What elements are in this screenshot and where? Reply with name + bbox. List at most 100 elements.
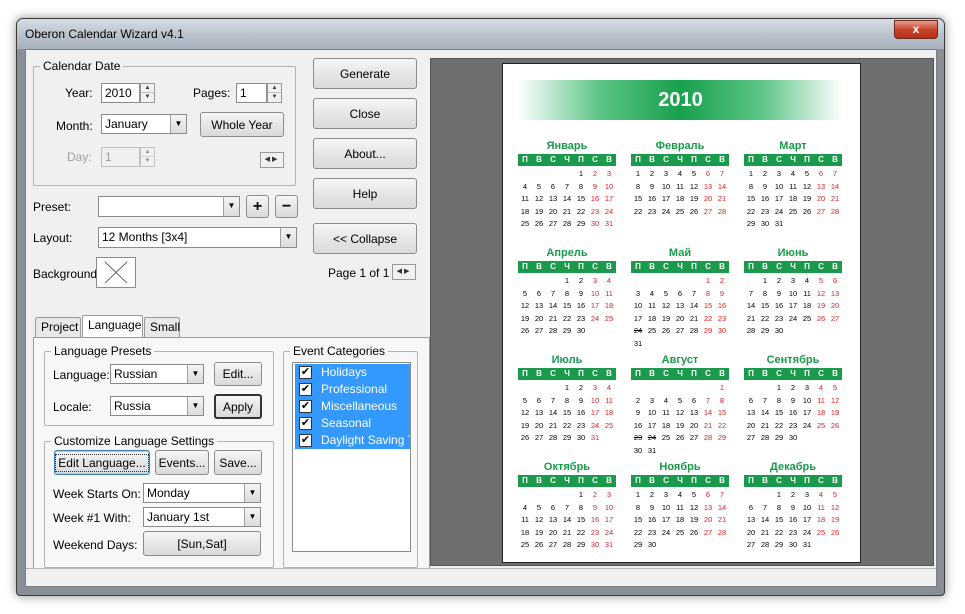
checkbox-checked-icon[interactable]: ✔ xyxy=(299,417,312,430)
day-cell: 24 xyxy=(661,527,671,537)
day-cell: 21 xyxy=(717,515,727,524)
tab-small[interactable]: Small xyxy=(144,317,180,337)
day-cell: 29 xyxy=(576,540,586,549)
category-item-holidays[interactable]: ✔ Holidays xyxy=(295,364,410,381)
day-cell: 20 xyxy=(548,206,558,216)
about-button[interactable]: About... xyxy=(313,138,417,169)
pages-spinner[interactable]: ▲ ▼ xyxy=(267,83,282,103)
tab-language[interactable]: Language xyxy=(82,315,143,337)
close-button[interactable]: Close xyxy=(313,98,417,129)
day-cell: 9 xyxy=(776,288,782,298)
day-cell: 12 xyxy=(534,515,544,524)
day-cell: 23 xyxy=(760,206,770,216)
language-select[interactable]: Russian ▼ xyxy=(110,364,204,384)
day-spinner[interactable]: ▲ ▼ xyxy=(140,147,155,167)
save-language-button[interactable]: Save... xyxy=(214,450,262,475)
day-empty xyxy=(532,489,546,502)
day-cell: 28 xyxy=(760,433,770,442)
day-cell: 1 xyxy=(635,169,641,178)
preset-select[interactable]: ▼ xyxy=(98,196,240,217)
day-cell: 2 xyxy=(592,490,598,499)
day-cell: 27 xyxy=(830,313,840,323)
day-cell: 19 xyxy=(661,313,671,323)
weekday-label: С xyxy=(776,476,782,485)
day-nav-arrows[interactable]: ◀▶ xyxy=(260,152,284,168)
day-empty xyxy=(758,382,772,395)
weekday-label: П xyxy=(691,476,697,485)
day-cell: 10 xyxy=(604,502,614,512)
year-spinner[interactable]: ▲ ▼ xyxy=(140,83,155,103)
category-item-seasonal[interactable]: ✔ Seasonal xyxy=(295,415,410,432)
help-button[interactable]: Help xyxy=(313,178,417,209)
month-select[interactable]: January ▼ xyxy=(101,114,187,134)
day-empty xyxy=(518,168,532,181)
calendar-preview-pane[interactable]: 2010 Январь П В С Ч П С В 1 2 3 4 5 6 7 8 9 10 11 12 13 14 15 1… xyxy=(430,58,934,566)
customize-language-legend: Customize Language Settings xyxy=(54,434,215,448)
weekday-label: С xyxy=(705,155,711,164)
category-item-professional[interactable]: ✔ Professional xyxy=(295,381,410,398)
month-block: Август П В С Ч П С В 1 2 3 4 5 6 7 8 9 10 11 12 13 14 15 16 17 18… xyxy=(631,354,729,458)
weekday-label: С xyxy=(663,155,669,164)
layout-select[interactable]: 12 Months [3x4] ▼ xyxy=(98,227,297,248)
day-cell: 20 xyxy=(534,313,544,323)
day-cell: 27 xyxy=(816,206,826,216)
day-cell: 10 xyxy=(802,502,812,512)
checkbox-checked-icon[interactable]: ✔ xyxy=(299,383,312,396)
day-cell: 13 xyxy=(746,408,756,417)
day-cell: 20 xyxy=(703,194,713,203)
category-item-miscellaneous[interactable]: ✔ Miscellaneous xyxy=(295,398,410,415)
day-cell: 12 xyxy=(520,301,530,310)
generate-button[interactable]: Generate xyxy=(313,58,417,89)
event-categories-list[interactable]: ✔ Holidays ✔ Professional ✔ Miscellaneou… xyxy=(292,362,411,552)
weekday-header: ПВСЧПСВ xyxy=(744,475,842,487)
day-cell: 26 xyxy=(689,527,699,537)
background-picker[interactable] xyxy=(96,257,136,288)
whole-year-button[interactable]: Whole Year xyxy=(200,112,284,137)
preset-label: Preset: xyxy=(33,200,72,214)
locale-select[interactable]: Russia ▼ xyxy=(110,396,204,416)
day-cell: 5 xyxy=(536,502,542,512)
day-cell: 7 xyxy=(705,395,711,405)
day-cell: 1 xyxy=(776,383,782,392)
day-input[interactable]: 1 xyxy=(101,147,140,167)
add-preset-button[interactable]: + xyxy=(246,195,269,218)
day-cell: 2 xyxy=(649,169,655,178)
checkbox-checked-icon[interactable]: ✔ xyxy=(299,434,312,447)
weekday-label: В xyxy=(606,155,612,164)
category-item-daylight-saving[interactable]: ✔ Daylight Saving Ti xyxy=(295,432,411,449)
collapse-button[interactable]: << Collapse xyxy=(313,223,417,254)
weekend-days-button[interactable]: [Sun,Sat] xyxy=(143,531,261,556)
language-value: Russian xyxy=(114,367,158,381)
day-cell: 17 xyxy=(604,194,614,203)
pages-input[interactable]: 1 xyxy=(236,83,267,103)
day-cell: 15 xyxy=(633,515,643,524)
weekday-label: П xyxy=(748,155,754,164)
day-cell: 24 xyxy=(633,326,643,335)
title-bar[interactable]: Oberon Calendar Wizard v4.1 x xyxy=(17,19,944,49)
day-cell: 26 xyxy=(661,326,671,335)
apply-button[interactable]: Apply xyxy=(214,394,262,419)
day-cell: 6 xyxy=(705,490,711,499)
year-input[interactable]: 2010 xyxy=(101,83,140,103)
day-cell: 13 xyxy=(703,502,713,512)
week1-select[interactable]: January 1st ▼ xyxy=(143,507,261,527)
edit-language-button[interactable]: Edit Language... xyxy=(54,450,150,475)
day-cell: 13 xyxy=(548,515,558,524)
weekday-label: С xyxy=(776,262,782,271)
checkbox-checked-icon[interactable]: ✔ xyxy=(299,366,312,379)
category-label: Daylight Saving Ti xyxy=(321,433,411,447)
events-button[interactable]: Events... xyxy=(155,450,209,475)
day-cell: 10 xyxy=(647,408,657,417)
day-cell: 14 xyxy=(689,301,699,310)
remove-preset-button[interactable]: − xyxy=(275,195,298,218)
day-cell: 24 xyxy=(590,420,600,430)
day-cell: 11 xyxy=(803,288,811,298)
weekday-label: С xyxy=(550,262,556,271)
week-starts-select[interactable]: Monday ▼ xyxy=(143,483,261,503)
tab-project[interactable]: Project xyxy=(35,317,81,337)
day-cell: 22 xyxy=(633,206,643,216)
checkbox-checked-icon[interactable]: ✔ xyxy=(299,400,312,413)
page-nav-arrows[interactable]: ◀▶ xyxy=(392,264,416,280)
edit-language-preset-button[interactable]: Edit... xyxy=(214,362,262,386)
close-window-button[interactable]: x xyxy=(894,20,938,39)
